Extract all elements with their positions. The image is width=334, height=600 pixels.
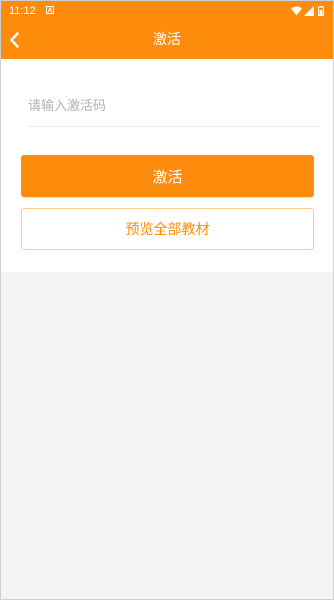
status-time: 11:12 bbox=[9, 5, 36, 17]
input-underline bbox=[28, 126, 320, 127]
activation-code-input[interactable] bbox=[28, 93, 318, 119]
battery-icon bbox=[318, 6, 324, 16]
preview-all-textbooks-button[interactable]: 预览全部教材 bbox=[21, 208, 314, 250]
app-screen: 11:12 激活 激活 预览全部教材 bbox=[0, 0, 334, 600]
app-bar: 激活 bbox=[1, 21, 333, 59]
a-notification-icon bbox=[46, 6, 54, 14]
status-bar: 11:12 bbox=[1, 1, 333, 21]
activation-card: 激活 预览全部教材 bbox=[1, 59, 333, 272]
signal-icon bbox=[304, 6, 314, 16]
status-icons bbox=[291, 6, 325, 16]
page-title: 激活 bbox=[153, 32, 181, 48]
activate-button[interactable]: 激活 bbox=[21, 155, 314, 197]
wifi-icon bbox=[291, 6, 302, 16]
